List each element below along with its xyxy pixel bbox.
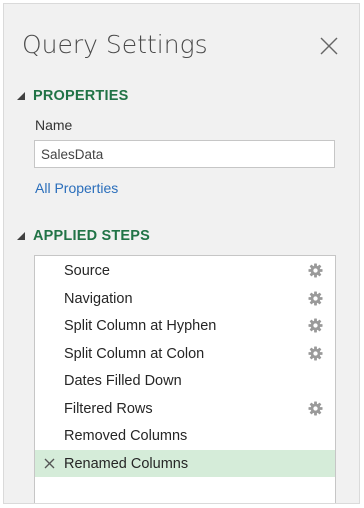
step-label: Navigation — [64, 290, 133, 307]
gear-icon[interactable] — [308, 401, 323, 416]
gear-icon[interactable] — [308, 291, 323, 306]
gear-icon[interactable] — [308, 346, 323, 361]
step-label: Split Column at Hyphen — [64, 317, 217, 334]
delete-step-icon[interactable] — [43, 457, 56, 470]
query-name-input[interactable] — [34, 140, 335, 168]
pane-title: Query Settings — [22, 30, 208, 59]
step-split-column-at-hyphen[interactable]: Split Column at Hyphen — [35, 312, 335, 339]
close-button[interactable] — [318, 35, 340, 57]
step-removed-columns[interactable]: Removed Columns — [35, 422, 335, 449]
name-label: Name — [35, 117, 73, 133]
step-dates-filled-down[interactable]: Dates Filled Down — [35, 367, 335, 394]
query-settings-pane: Query Settings PROPERTIES Name All Prope… — [3, 3, 360, 504]
applied-steps-section-header[interactable]: APPLIED STEPS — [16, 226, 150, 246]
step-label: Removed Columns — [64, 427, 188, 444]
step-label: Split Column at Colon — [64, 345, 205, 362]
gear-icon[interactable] — [308, 263, 323, 278]
step-filtered-rows[interactable]: Filtered Rows — [35, 395, 335, 422]
step-label: Filtered Rows — [64, 400, 153, 417]
properties-header: PROPERTIES — [33, 88, 129, 104]
collapse-triangle-icon — [16, 91, 26, 101]
step-split-column-at-colon[interactable]: Split Column at Colon — [35, 340, 335, 367]
collapse-triangle-icon — [16, 231, 26, 241]
applied-steps-list[interactable]: Source Navigation Split Column at Hyphen… — [34, 255, 336, 503]
applied-steps-header: APPLIED STEPS — [33, 228, 151, 244]
step-source[interactable]: Source — [35, 257, 335, 284]
step-label: Renamed Columns — [64, 455, 189, 472]
step-label: Source — [64, 262, 110, 279]
step-navigation[interactable]: Navigation — [35, 285, 335, 312]
all-properties-link[interactable]: All Properties — [35, 180, 118, 196]
step-renamed-columns[interactable]: Renamed Columns — [35, 450, 335, 477]
properties-section-header[interactable]: PROPERTIES — [16, 86, 128, 106]
close-icon — [320, 37, 338, 55]
gear-icon[interactable] — [308, 318, 323, 333]
step-label: Dates Filled Down — [64, 372, 182, 389]
